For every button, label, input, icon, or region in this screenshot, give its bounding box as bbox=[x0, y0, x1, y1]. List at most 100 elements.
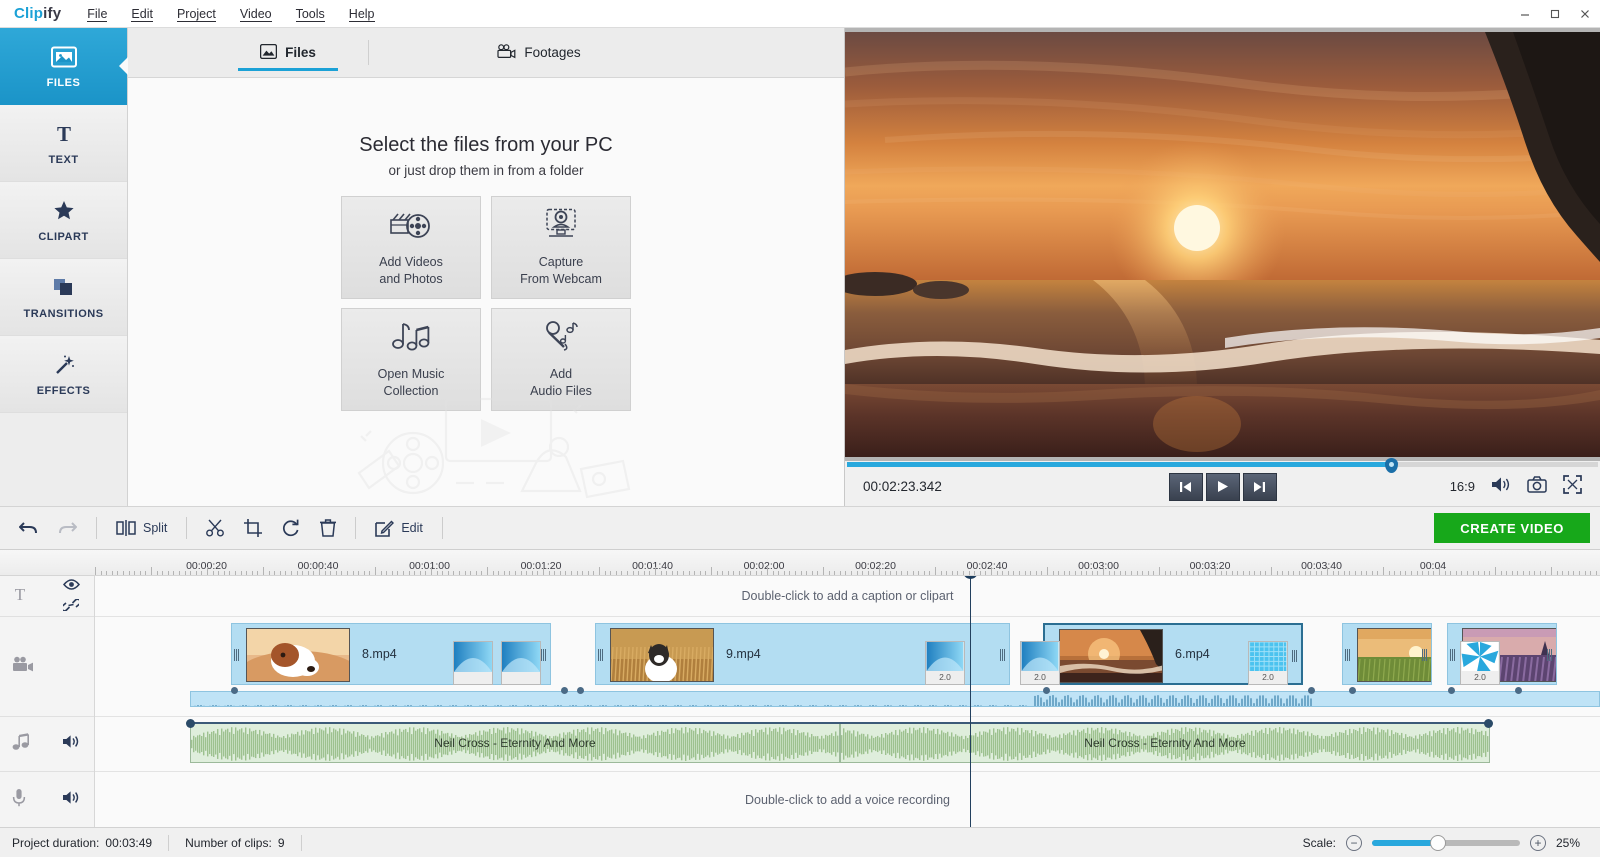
timeline-transition[interactable]: 2.0 bbox=[1020, 641, 1060, 685]
eye-icon[interactable] bbox=[63, 577, 80, 595]
music-track-row[interactable]: Neil Cross - Eternity And More Neil Cross… bbox=[95, 717, 1600, 772]
clip-handle-right[interactable] bbox=[541, 628, 548, 682]
track-content-area[interactable]: Double-click to add a caption or clipart… bbox=[95, 576, 1600, 827]
add-audio-files-button[interactable]: Add Audio Files bbox=[491, 308, 631, 411]
clip-anchor-point[interactable] bbox=[1515, 687, 1522, 694]
clip-handle-left[interactable] bbox=[598, 628, 605, 682]
clip-handle-right[interactable] bbox=[1000, 628, 1007, 682]
clip-anchor-point[interactable] bbox=[1448, 687, 1455, 694]
ruler-tick bbox=[823, 567, 824, 575]
sidebar-item-files[interactable]: FILES bbox=[0, 28, 127, 105]
track-header-music[interactable] bbox=[0, 717, 94, 772]
clip-handle-right[interactable] bbox=[1292, 629, 1299, 683]
ruler-tick bbox=[1377, 571, 1379, 575]
clip-handle-left[interactable] bbox=[234, 628, 241, 682]
clip-anchor-point[interactable] bbox=[577, 687, 584, 694]
ruler-tick bbox=[963, 571, 964, 575]
zoom-in-button[interactable]: + bbox=[1530, 834, 1546, 851]
delete-button[interactable] bbox=[311, 513, 345, 543]
close-button[interactable] bbox=[1570, 0, 1600, 27]
speaker-icon[interactable] bbox=[1491, 476, 1511, 498]
timeline-transition[interactable] bbox=[453, 641, 493, 685]
edit-button[interactable]: Edit bbox=[366, 513, 432, 543]
redo-button[interactable] bbox=[49, 513, 86, 543]
track-header-video[interactable] bbox=[0, 617, 94, 717]
timeline-transition[interactable]: 2.0 bbox=[925, 641, 965, 685]
ruler-tick bbox=[1080, 571, 1082, 575]
scale-slider[interactable] bbox=[1372, 834, 1520, 851]
voice-track-row[interactable]: Double-click to add a voice recording bbox=[95, 772, 1600, 827]
clip-anchor-point[interactable] bbox=[231, 687, 238, 694]
open-music-collection-button[interactable]: Open Music Collection bbox=[341, 308, 481, 411]
capture-from-webcam-button[interactable]: Capture From Webcam bbox=[491, 196, 631, 299]
video-track-row[interactable]: 8.mp4 9.mp4 6.mp4 2.0 2.0 2.0 2.0 bbox=[95, 617, 1600, 717]
video-audio-strip[interactable] bbox=[190, 691, 1600, 707]
speaker-icon[interactable] bbox=[62, 790, 80, 810]
image-icon bbox=[260, 43, 278, 62]
sidebar-item-effects[interactable]: EFFECTS bbox=[0, 336, 127, 413]
menu-video[interactable]: Video bbox=[230, 3, 282, 25]
menu-project[interactable]: Project bbox=[167, 3, 226, 25]
aspect-ratio-label[interactable]: 16:9 bbox=[1450, 479, 1475, 494]
menu-edit[interactable]: Edit bbox=[121, 3, 163, 25]
ruler-tick bbox=[285, 571, 287, 575]
tab-footages[interactable]: Footages bbox=[459, 28, 619, 77]
seek-bar[interactable] bbox=[845, 458, 1600, 473]
crop-button[interactable] bbox=[235, 513, 271, 543]
add-videos-and-photos-button[interactable]: Add Videos and Photos bbox=[341, 196, 481, 299]
timeline-transition[interactable]: 2.0 bbox=[1460, 641, 1500, 685]
timeline-clip[interactable] bbox=[1342, 623, 1432, 685]
undo-button[interactable] bbox=[10, 513, 47, 543]
clip-anchor-point[interactable] bbox=[1043, 687, 1050, 694]
clip-anchor-point[interactable] bbox=[561, 687, 568, 694]
tab-files[interactable]: Files bbox=[208, 28, 368, 77]
clip-handle-right[interactable] bbox=[1547, 628, 1554, 682]
menu-tools[interactable]: Tools bbox=[286, 3, 335, 25]
clip-thumbnail bbox=[1059, 629, 1163, 683]
clip-handle-right[interactable] bbox=[1422, 628, 1429, 682]
title-track-row[interactable]: Double-click to add a caption or clipart bbox=[95, 576, 1600, 617]
music-volume-handle[interactable] bbox=[1484, 719, 1493, 728]
cut-button[interactable] bbox=[197, 513, 233, 543]
scale-slider-handle[interactable] bbox=[1430, 834, 1446, 851]
clip-handle-left[interactable] bbox=[1450, 628, 1457, 682]
tab-divider bbox=[368, 40, 369, 65]
next-frame-button[interactable] bbox=[1242, 472, 1277, 501]
previous-frame-button[interactable] bbox=[1168, 472, 1203, 501]
menu-file[interactable]: File bbox=[77, 3, 117, 25]
minimize-button[interactable] bbox=[1510, 0, 1540, 27]
timeline-transition[interactable] bbox=[501, 641, 541, 685]
ruler-tick bbox=[151, 567, 152, 575]
ruler-tick bbox=[100, 571, 102, 575]
timeline-transition[interactable]: 2.0 bbox=[1248, 641, 1288, 685]
track-header-voice[interactable] bbox=[0, 772, 94, 827]
playhead[interactable] bbox=[963, 576, 978, 827]
play-button[interactable] bbox=[1205, 472, 1240, 501]
edit-label: Edit bbox=[401, 521, 423, 535]
sidebar-item-text[interactable]: T TEXT bbox=[0, 105, 127, 182]
create-video-button[interactable]: CREATE VIDEO bbox=[1434, 513, 1590, 543]
speaker-icon[interactable] bbox=[62, 734, 80, 754]
camera-icon[interactable] bbox=[1527, 476, 1547, 498]
clip-anchor-point[interactable] bbox=[1349, 687, 1356, 694]
link-icon[interactable] bbox=[60, 597, 82, 616]
music-volume-line[interactable] bbox=[190, 722, 1490, 724]
ruler-tick bbox=[974, 571, 976, 575]
sidebar-item-transitions[interactable]: TRANSITIONS bbox=[0, 259, 127, 336]
toolbar-divider-4 bbox=[441, 517, 443, 539]
clip-handle-left[interactable] bbox=[1345, 628, 1352, 682]
fullscreen-icon[interactable] bbox=[1563, 474, 1582, 499]
track-header-title[interactable]: T bbox=[0, 576, 94, 617]
split-button[interactable]: Split bbox=[107, 513, 176, 543]
player-controls: 00:02:23.342 16:9 bbox=[845, 468, 1600, 506]
zoom-out-button[interactable]: − bbox=[1346, 834, 1362, 851]
ruler-tick bbox=[1007, 571, 1009, 575]
timeline-ruler[interactable]: 00:00:20 00:00:40 00:01:00 00:01:20 00:01:40… bbox=[0, 550, 1600, 576]
maximize-button[interactable] bbox=[1540, 0, 1570, 27]
menu-help[interactable]: Help bbox=[339, 3, 385, 25]
sidebar-item-clipart[interactable]: CLIPART bbox=[0, 182, 127, 259]
music-volume-handle[interactable] bbox=[186, 719, 195, 728]
clip-anchor-point[interactable] bbox=[1308, 687, 1315, 694]
ruler-tick bbox=[487, 567, 488, 575]
rotate-button[interactable] bbox=[273, 513, 309, 543]
